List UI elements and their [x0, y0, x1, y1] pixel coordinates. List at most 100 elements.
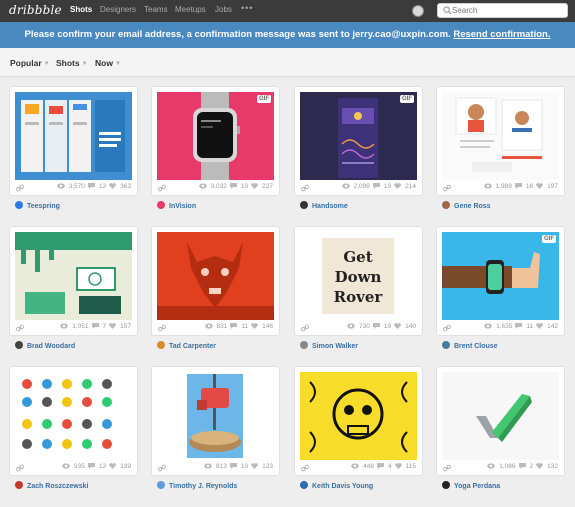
nav-jobs[interactable]: Jobs	[215, 5, 232, 14]
shot-card[interactable]: 1,051 7 157	[10, 227, 137, 335]
likes-stat[interactable]: 142	[536, 323, 558, 330]
nav-meetups[interactable]: Meetups	[175, 5, 206, 14]
author-name[interactable]: Zach Roszczewski	[27, 483, 88, 490]
shot-thumbnail[interactable]: GIF	[442, 232, 559, 320]
link-icon[interactable]	[443, 184, 451, 192]
author-avatar[interactable]	[15, 201, 23, 209]
nav-designers[interactable]: Designers	[100, 5, 136, 14]
shot-thumbnail[interactable]	[157, 372, 274, 460]
author-name[interactable]: Timothy J. Reynolds	[169, 483, 237, 490]
shot-card[interactable]: 935 13 139	[10, 367, 137, 475]
link-icon[interactable]	[16, 184, 24, 192]
link-icon[interactable]	[443, 464, 451, 472]
author-avatar[interactable]	[157, 201, 165, 209]
link-icon[interactable]	[301, 324, 309, 332]
shot-author[interactable]: Keith Davis Young	[300, 481, 373, 491]
dribbble-logo[interactable]: dribbble	[9, 3, 62, 17]
link-icon[interactable]	[158, 464, 166, 472]
comments-stat[interactable]: 16	[514, 183, 533, 190]
link-icon[interactable]	[443, 324, 451, 332]
likes-stat[interactable]: 157	[109, 323, 131, 330]
likes-stat[interactable]: 115	[394, 463, 416, 470]
shot-author[interactable]: Brent Clouse	[442, 341, 498, 351]
author-avatar[interactable]	[15, 341, 23, 349]
shot-author[interactable]: Yoga Perdana	[442, 481, 500, 491]
shot-author[interactable]: Brad Woodard	[15, 341, 75, 351]
shot-thumbnail[interactable]	[300, 372, 417, 460]
shot-thumbnail[interactable]	[15, 372, 132, 460]
likes-stat[interactable]: 197	[536, 183, 558, 190]
author-avatar[interactable]	[442, 201, 450, 209]
author-avatar[interactable]	[442, 481, 450, 489]
search-box[interactable]	[437, 3, 568, 18]
link-icon[interactable]	[158, 184, 166, 192]
comments-stat[interactable]: 19	[372, 183, 391, 190]
nav-shots[interactable]: Shots	[70, 5, 92, 14]
resend-confirmation-link[interactable]: Resend confirmation.	[453, 29, 550, 40]
comments-stat[interactable]: 10	[229, 463, 248, 470]
shot-thumbnail[interactable]: Get Down Rover	[300, 232, 417, 320]
author-avatar[interactable]	[300, 481, 308, 489]
author-avatar[interactable]	[442, 341, 450, 349]
link-icon[interactable]	[16, 324, 24, 332]
shot-card[interactable]: 813 10 123	[152, 367, 279, 475]
shot-thumbnail[interactable]	[157, 232, 274, 320]
likes-stat[interactable]: 146	[251, 323, 273, 330]
shot-author[interactable]: Timothy J. Reynolds	[157, 481, 237, 491]
shot-card[interactable]: 448 4 115	[295, 367, 422, 475]
nav-teams[interactable]: Teams	[144, 5, 168, 14]
link-icon[interactable]	[16, 464, 24, 472]
author-avatar[interactable]	[157, 341, 165, 349]
shot-author[interactable]: Teespring	[15, 201, 60, 211]
likes-stat[interactable]: 214	[394, 183, 416, 190]
author-name[interactable]: Keith Davis Young	[312, 483, 373, 490]
author-avatar[interactable]	[300, 201, 308, 209]
comments-stat[interactable]: 4	[377, 463, 392, 470]
author-name[interactable]: Brad Woodard	[27, 343, 75, 350]
likes-stat[interactable]: 227	[251, 183, 273, 190]
author-avatar[interactable]	[157, 481, 165, 489]
likes-stat[interactable]: 139	[109, 463, 131, 470]
author-name[interactable]: Handsome	[312, 203, 348, 210]
comments-stat[interactable]: 19	[372, 323, 391, 330]
author-name[interactable]: Gene Ross	[454, 203, 491, 210]
likes-stat[interactable]: 363	[109, 183, 131, 190]
shot-card[interactable]: 3,570 13 363	[10, 87, 137, 195]
author-avatar[interactable]	[15, 481, 23, 489]
shot-card[interactable]: GIF 3,032 10 227	[152, 87, 279, 195]
more-icon[interactable]: •••	[241, 3, 253, 13]
shot-thumbnail[interactable]: GIF	[300, 92, 417, 180]
author-name[interactable]: Teespring	[27, 203, 60, 210]
shot-card[interactable]: GIF 2,099 19 214	[295, 87, 422, 195]
likes-stat[interactable]: 140	[394, 323, 416, 330]
shot-card[interactable]: 1,086 2 132	[437, 367, 564, 475]
comments-stat[interactable]: 13	[87, 463, 106, 470]
shot-thumbnail[interactable]	[15, 92, 132, 180]
author-name[interactable]: Tad Carpenter	[169, 343, 216, 350]
comments-stat[interactable]: 2	[518, 463, 533, 470]
shot-thumbnail[interactable]	[442, 92, 559, 180]
likes-stat[interactable]: 132	[536, 463, 558, 470]
shot-author[interactable]: Gene Ross	[442, 201, 491, 211]
shot-card[interactable]: 831 11 146	[152, 227, 279, 335]
shot-author[interactable]: Tad Carpenter	[157, 341, 216, 351]
link-icon[interactable]	[301, 184, 309, 192]
shot-thumbnail[interactable]: GIF	[157, 92, 274, 180]
likes-stat[interactable]: 123	[251, 463, 273, 470]
author-name[interactable]: Brent Clouse	[454, 343, 498, 350]
comments-stat[interactable]: 11	[515, 323, 533, 330]
shot-thumbnail[interactable]	[442, 372, 559, 460]
shot-author[interactable]: Handsome	[300, 201, 348, 211]
shot-card[interactable]: Get Down Rover 730 19 140	[295, 227, 422, 335]
author-name[interactable]: Yoga Perdana	[454, 483, 500, 490]
shot-card[interactable]: GIF 1,635 11 142	[437, 227, 564, 335]
comments-stat[interactable]: 10	[229, 183, 248, 190]
shot-card[interactable]: 1,989 16 197	[437, 87, 564, 195]
link-icon[interactable]	[301, 464, 309, 472]
filter-sort-dropdown[interactable]: Popular ▼	[10, 58, 50, 68]
shot-author[interactable]: InVision	[157, 201, 196, 211]
author-avatar[interactable]	[300, 341, 308, 349]
filter-type-dropdown[interactable]: Shots ▼	[56, 58, 88, 68]
shot-thumbnail[interactable]	[15, 232, 132, 320]
comments-stat[interactable]: 13	[87, 183, 106, 190]
